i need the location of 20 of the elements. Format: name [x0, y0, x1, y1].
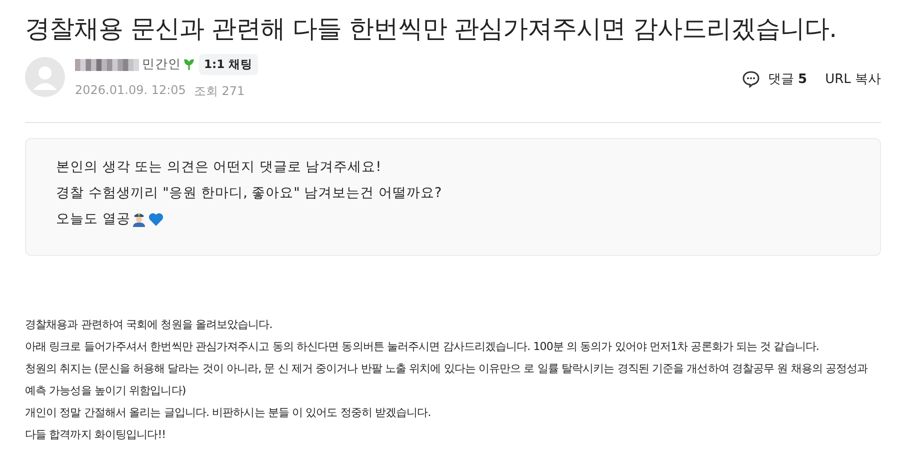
notice-text: 경찰 수험생끼리 "응원 한마디, 좋아요" 남겨보는건 어떨까요? [56, 184, 443, 203]
comment-icon[interactable] [742, 70, 760, 88]
body-paragraph: 청원의 취지는 (문신을 허용해 달라는 것이 아니라, 문 신 제거 중이거나 반팔 노출 위치에 있다는 이유만으 로 일률 탈락시키는 경직된 기준을 개선하여 경찰공무 원 채용의 공정성과 예측 가능성을 높이기 위함입니다) [25, 361, 869, 399]
post-date: 2026.01.09. 12:05 [75, 83, 186, 99]
post-title: 경찰채용 문신과 관련해 다들 한번씩만 관심가져주시면 감사드리겠습니다. [25, 13, 838, 45]
body-paragraph: 다들 합격까지 화이팅입니다!! [25, 427, 167, 443]
notice-text: 본인의 생각 또는 의견은 어떤지 댓글로 남겨주세요! [56, 158, 382, 177]
sprout-icon [184, 59, 194, 70]
comments-link[interactable]: 댓글 5 [768, 70, 808, 88]
copy-url-link[interactable]: URL 복사 [825, 70, 881, 88]
chat-button[interactable]: 1:1 채팅 [199, 54, 258, 75]
member-level: 민간인 [142, 56, 181, 73]
redacted-name-drawing [75, 58, 139, 70]
body-paragraph: 경찰채용과 관련하여 국회에 청원을 올려보았습니다. [25, 317, 274, 333]
view-count: 조회 271 [194, 83, 245, 100]
notice-text: 오늘도 열공 [56, 210, 130, 229]
heart-icon [148, 212, 164, 226]
body-paragraph: 아래 링크로 들어가주셔서 한번씩만 관심가져주시고 동의 하신다면 동의버튼 눌러주시면 감사드리겠습니다. 100분 의 동의가 있어야 먼저1차 공론화가 되는 것 같습니다. [25, 339, 820, 355]
police-officer-icon [131, 211, 148, 227]
body-paragraph: 개인이 정말 간절해서 올리는 글입니다. 비판하시는 분들 이 있어도 정중히 받겠습니다. [25, 405, 432, 421]
